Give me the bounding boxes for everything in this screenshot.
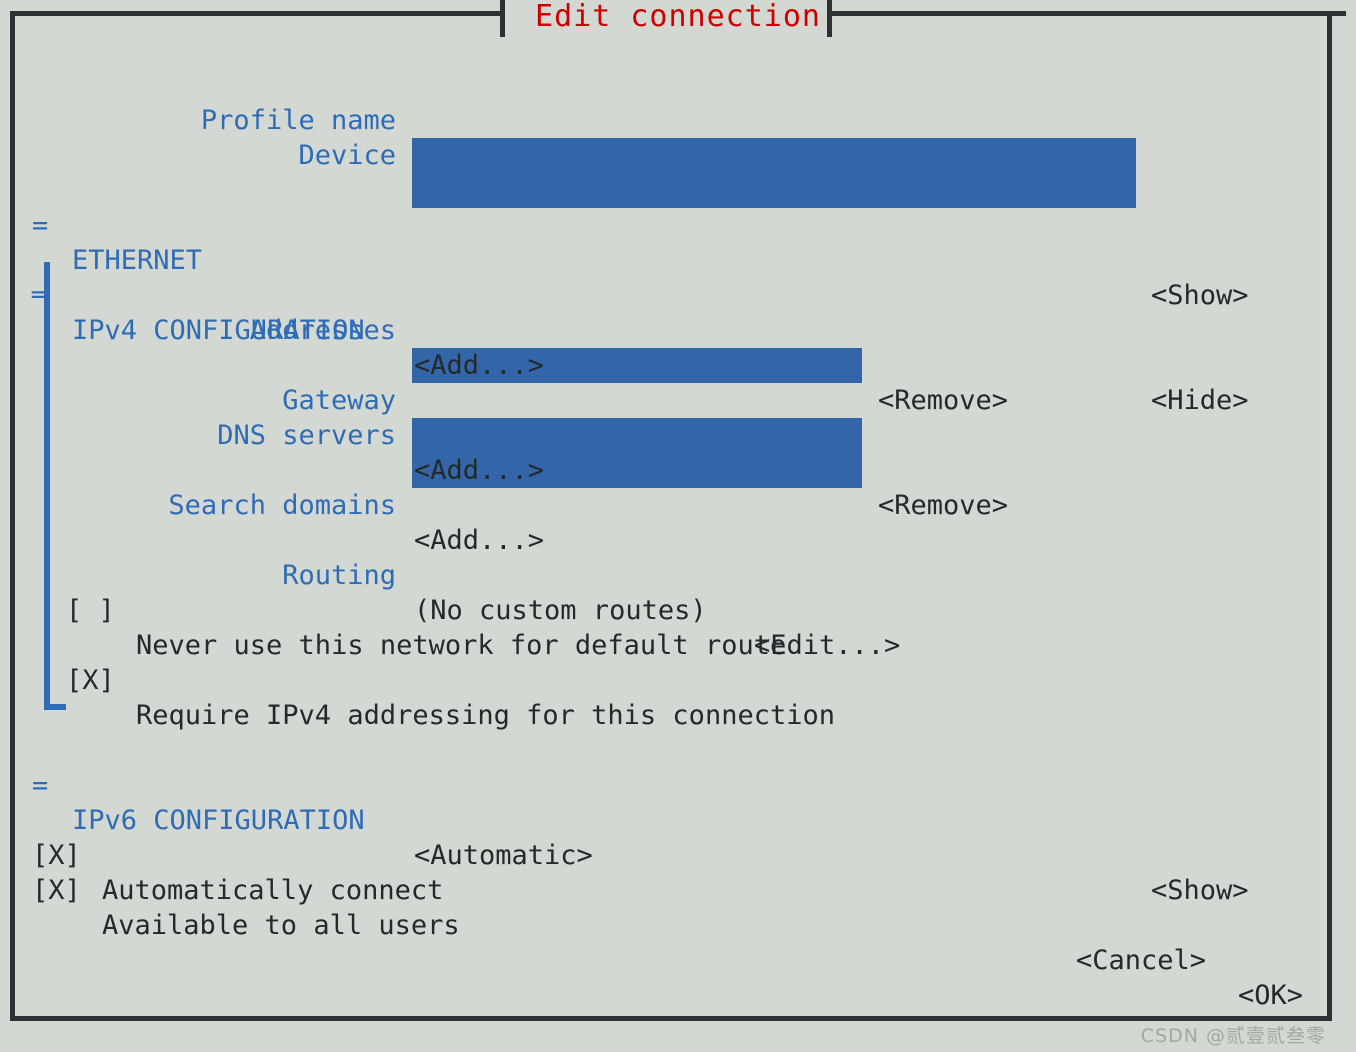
auto-connect-label: Automatically connect	[102, 875, 444, 906]
all-users-row[interactable]: [X] Available to all users	[16, 838, 1326, 941]
ipv4-routing-value: (No custom routes)	[414, 595, 707, 626]
ipv4-search-domains-label: Search domains	[168, 490, 396, 521]
nmtui-window: Edit connection Profile name eno16777736…	[0, 0, 1356, 1052]
ipv4-addresses-row: Addresses 192.168.1.3/24___________ <Rem…	[16, 278, 1326, 416]
device-label: Device	[298, 140, 396, 171]
ipv6-show-button[interactable]: <Show>	[1151, 873, 1249, 908]
window-border-right	[1327, 11, 1332, 1021]
auto-connect-row[interactable]: [X] Automatically connect	[16, 803, 1326, 906]
ipv4-never-default-route-row[interactable]: [ ] Never use this network for default r…	[16, 558, 1326, 661]
ipv6-collapse-icon[interactable]: =	[32, 768, 48, 803]
ipv4-dns-add-row: <Add...>	[16, 418, 1326, 486]
ipv4-addresses-add-row: <Add...>	[16, 313, 1326, 381]
profile-name-input[interactable]: eno16777736___________________________	[412, 138, 1136, 173]
profile-name-row: Profile name eno16777736________________…	[16, 68, 1326, 173]
ipv4-search-domains-row: Search domains <Add...>	[16, 453, 1326, 556]
ethernet-section-row[interactable]: = ETHERNET <Show>	[16, 173, 1326, 311]
dialog-actions-row: <Cancel> <OK>	[16, 908, 1326, 1011]
csdn-watermark: CSDN @贰壹贰叁零	[1140, 1025, 1326, 1047]
all-users-checkbox[interactable]: [X]	[32, 873, 81, 908]
ipv4-dns-remove-button[interactable]: <Remove>	[878, 488, 1008, 523]
ipv4-routing-row: Routing (No custom routes) <Edit...>	[16, 523, 1326, 661]
ipv4-dns-row: DNS servers 192.168.1.3______________ <R…	[16, 383, 1326, 521]
ipv4-require-label: Require IPv4 addressing for this connect…	[136, 700, 835, 731]
window-border-left	[10, 11, 15, 1021]
window-title: Edit connection	[535, 0, 821, 34]
dialog-content: Profile name eno16777736________________…	[16, 40, 1326, 1015]
device-row: Device 00:0C:29:80:3F:B8 (eno16777736)__…	[16, 103, 1326, 208]
ethernet-collapse-icon[interactable]: =	[32, 208, 48, 243]
cancel-button[interactable]: <Cancel>	[1076, 943, 1206, 978]
ipv6-section-row[interactable]: = IPv6 CONFIGURATION <Automatic> <Show>	[16, 733, 1326, 906]
ipv4-require-row[interactable]: [X] Require IPv4 addressing for this con…	[16, 628, 1326, 731]
ok-button[interactable]: <OK>	[1238, 978, 1303, 1013]
ipv4-gateway-row: Gateway 192.168.1.1______________	[16, 348, 1326, 453]
ipv4-never-default-route-checkbox[interactable]: [ ]	[66, 593, 115, 628]
ipv4-require-checkbox[interactable]: [X]	[66, 663, 115, 698]
window-border-bottom	[10, 1016, 1332, 1021]
ipv4-section-row[interactable]: ═ IPv4 CONFIGURATION <Manual> <Hide>	[16, 243, 1326, 416]
